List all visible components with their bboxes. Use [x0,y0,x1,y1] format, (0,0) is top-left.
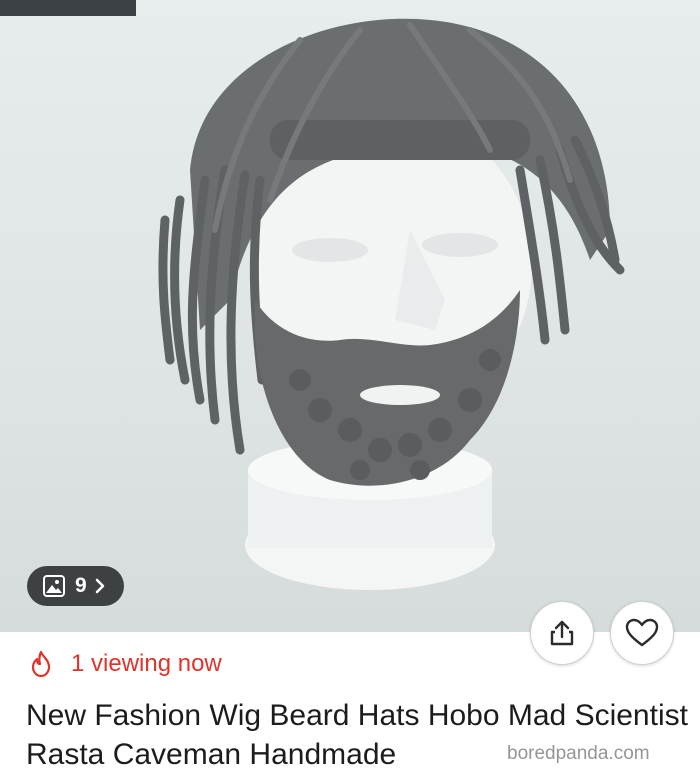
gallery-button[interactable]: 9 [27,566,124,606]
viewing-indicator: 1 viewing now [30,650,222,678]
chevron-right-icon [95,578,104,594]
product-photo[interactable] [0,0,700,632]
status-bar-overlay [0,0,136,16]
like-button[interactable] [610,601,674,665]
gallery-count: 9 [75,574,87,597]
watermark: boredpanda.com [507,743,650,764]
flame-icon [31,651,51,677]
heart-icon [625,618,659,647]
wig-beard-hat-image [158,18,625,590]
share-icon [550,620,574,646]
image-icon [43,575,65,597]
viewing-text: 1 viewing now [71,650,222,677]
share-button[interactable] [530,601,594,665]
